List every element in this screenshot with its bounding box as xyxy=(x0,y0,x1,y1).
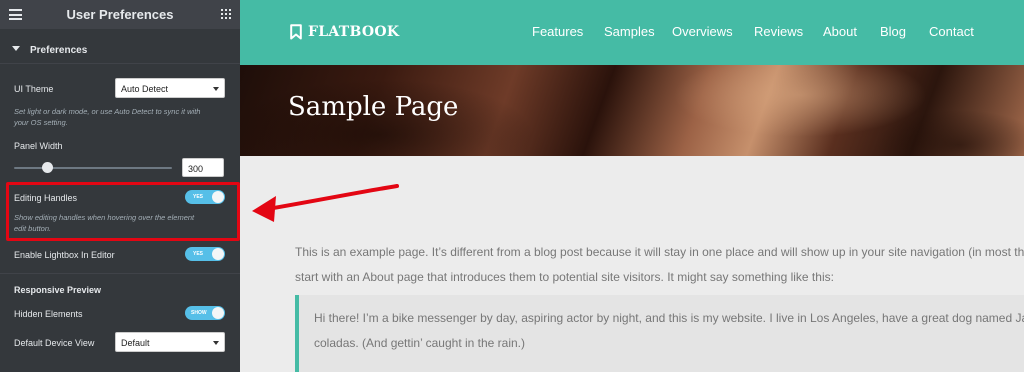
body-paragraph: This is an example page. It’s different … xyxy=(295,240,1024,290)
quote-line: Hi there! I’m a bike messenger by day, a… xyxy=(314,311,1024,325)
paragraph-line: start with an About page that introduces… xyxy=(295,270,834,284)
panel-width-slider-track[interactable] xyxy=(14,167,172,169)
toggle-state-text: YES xyxy=(193,250,204,257)
bookmark-logo-icon xyxy=(290,24,302,40)
lightbox-toggle[interactable]: YES xyxy=(185,247,225,261)
hidden-elements-toggle[interactable]: SHOW xyxy=(185,306,225,320)
lightbox-label: Enable Lightbox In Editor xyxy=(14,250,115,260)
nav-link-about[interactable]: About xyxy=(823,24,857,39)
section-title: Preferences xyxy=(30,45,88,56)
divider xyxy=(0,273,240,274)
logo-text: FLATBOOK xyxy=(308,24,400,40)
ui-theme-label: UI Theme xyxy=(14,84,54,94)
page-title: Sample Page xyxy=(288,92,459,122)
nav-link-samples[interactable]: Samples xyxy=(604,24,655,39)
paragraph-line: This is an example page. It’s different … xyxy=(295,245,1024,259)
chevron-down-icon xyxy=(213,341,219,345)
panel-width-value: 300 xyxy=(188,164,204,174)
toggle-knob xyxy=(212,307,224,319)
site-logo[interactable]: FLATBOOK xyxy=(290,22,399,42)
hidden-elements-label: Hidden Elements xyxy=(14,309,83,319)
device-view-value: Default xyxy=(121,338,150,348)
panel-width-label: Panel Width xyxy=(14,141,63,151)
ui-theme-help-line-2: your OS setting. xyxy=(14,118,68,127)
nav-link-features[interactable]: Features xyxy=(532,24,583,39)
device-view-select[interactable]: Default xyxy=(115,332,225,352)
ui-theme-select[interactable]: Auto Detect xyxy=(115,78,225,98)
panel-header: User Preferences xyxy=(0,0,240,29)
annotation-highlight-box xyxy=(6,182,240,241)
toggle-state-text: SHOW xyxy=(191,309,207,316)
blockquote: Hi there! I’m a bike messenger by day, a… xyxy=(295,295,1024,372)
page-content: This is an example page. It’s different … xyxy=(240,156,1024,372)
device-view-label: Default Device View xyxy=(14,338,95,348)
caret-down-icon xyxy=(12,46,20,51)
hero-banner-image: Sample Page xyxy=(240,65,1024,156)
panel-width-input[interactable]: 300 xyxy=(182,158,224,177)
ui-theme-value: Auto Detect xyxy=(121,84,169,94)
chevron-down-icon xyxy=(213,87,219,91)
panel-width-slider-handle[interactable] xyxy=(41,162,53,173)
grid-apps-icon[interactable] xyxy=(221,9,231,19)
nav-link-contact[interactable]: Contact xyxy=(929,24,974,39)
toggle-knob xyxy=(212,248,224,260)
panel-title: User Preferences xyxy=(66,7,174,22)
responsive-preview-heading: Responsive Preview xyxy=(14,285,102,295)
quote-line: coladas. (And gettin’ caught in the rain… xyxy=(314,336,526,350)
section-preferences-toggle[interactable]: Preferences xyxy=(0,38,240,64)
nav-link-overviews[interactable]: Overviews xyxy=(672,24,733,39)
nav-link-blog[interactable]: Blog xyxy=(880,24,906,39)
ui-theme-help-line-1: Set light or dark mode, or use Auto Dete… xyxy=(14,107,201,116)
nav-link-reviews[interactable]: Reviews xyxy=(754,24,803,39)
